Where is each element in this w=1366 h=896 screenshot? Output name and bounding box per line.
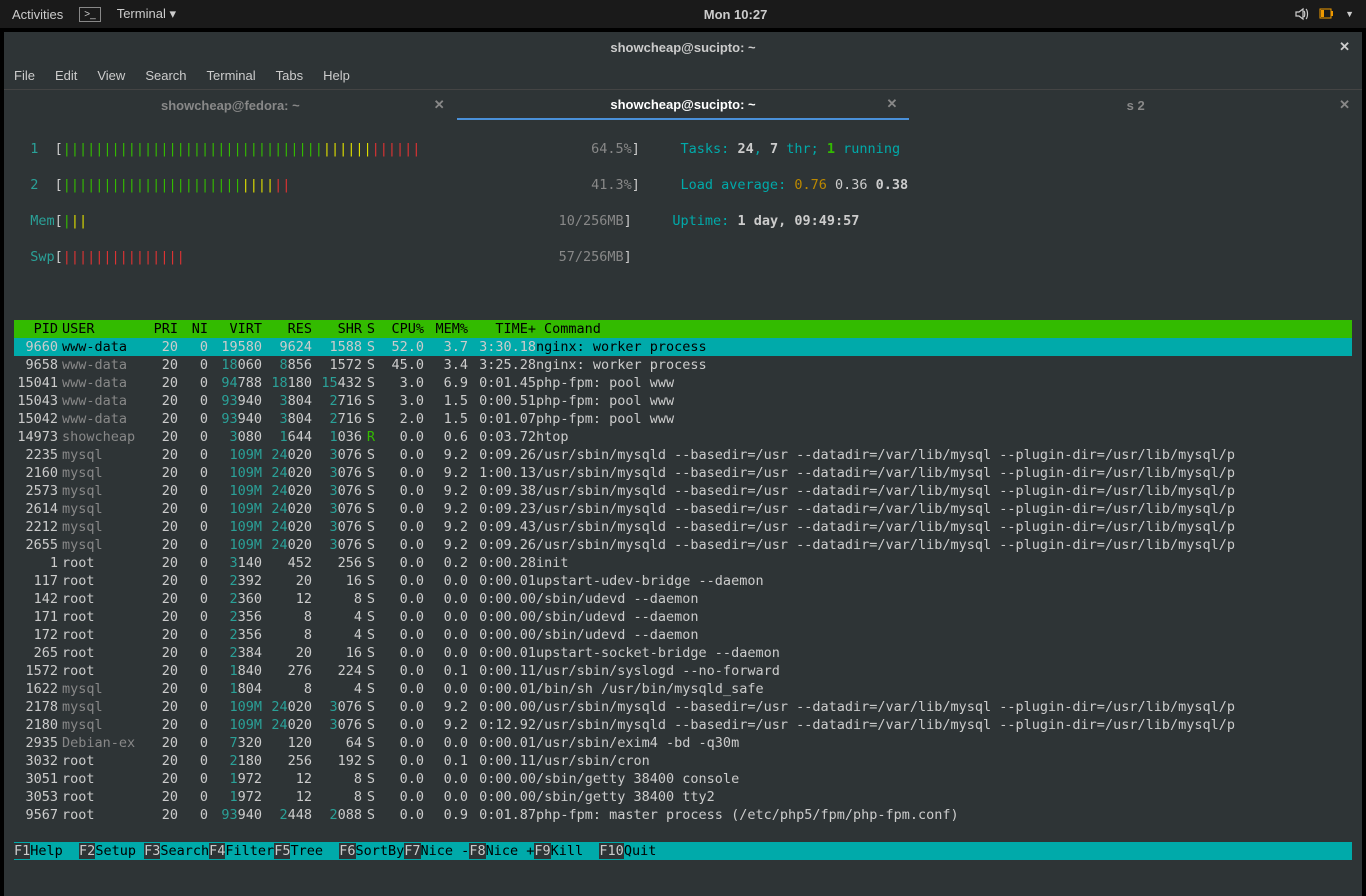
battery-icon[interactable] [1319,7,1335,21]
process-row[interactable]: 171root200235684S0.00.00:00.00/sbin/udev… [14,608,1352,626]
process-row[interactable]: 15043www-data2009394038042716S3.01.50:00… [14,392,1352,410]
process-row[interactable]: 2614mysql200109M240203076S0.09.20:09.23/… [14,500,1352,518]
process-row[interactable]: 2573mysql200109M240203076S0.09.20:09.38/… [14,482,1352,500]
swp-bar: Swp[||||||||||||||| 57/256MB] [14,248,1352,266]
system-menu-arrow[interactable]: ▼ [1345,9,1354,19]
terminal-icon: >_ [79,7,100,22]
process-row[interactable]: 2178mysql200109M240203076S0.09.20:00.00/… [14,698,1352,716]
cpu-bar-1: 1 [|||||||||||||||||||||||||||||||||||||… [14,140,1352,158]
process-row[interactable]: 2180mysql200109M240203076S0.09.20:12.92/… [14,716,1352,734]
tab-label: showcheap@fedora: ~ [161,98,300,113]
process-row[interactable]: 1root2003140452256S0.00.20:00.28init [14,554,1352,572]
fkey-bar: F1Help F2Setup F3SearchF4FilterF5Tree F6… [14,842,1352,860]
menu-view[interactable]: View [97,68,125,83]
process-row[interactable]: 265root20023842016S0.00.00:00.01upstart-… [14,644,1352,662]
process-row[interactable]: 3032root2002180256192S0.00.10:00.11/usr/… [14,752,1352,770]
tab-0[interactable]: showcheap@fedora: ~ ✕ [4,90,457,120]
process-row[interactable]: 2160mysql200109M240203076S0.09.21:00.13/… [14,464,1352,482]
app-menu[interactable]: Terminal ▾ [117,6,176,22]
tab-close-icon[interactable]: ✕ [1339,97,1350,113]
process-row[interactable]: 15041www-data200947881818015432S3.06.90:… [14,374,1352,392]
tab-label: s 2 [1127,98,1145,113]
menu-terminal[interactable]: Terminal [207,68,256,83]
menu-help[interactable]: Help [323,68,350,83]
gnome-topbar: Activities >_ Terminal ▾ Mon 10:27 ▼ [0,0,1366,28]
process-row[interactable]: 9660www-data2001958096241588S52.03.73:30… [14,338,1352,356]
terminal-content[interactable]: 1 [|||||||||||||||||||||||||||||||||||||… [4,120,1362,896]
menu-search[interactable]: Search [145,68,186,83]
window-title: showcheap@sucipto: ~ [610,40,755,55]
tab-close-icon[interactable]: ✕ [886,96,897,112]
window-titlebar: showcheap@sucipto: ~ ✕ [4,32,1362,62]
process-row[interactable]: 117root20023922016S0.00.00:00.01upstart-… [14,572,1352,590]
process-row[interactable]: 142root2002360128S0.00.00:00.00/sbin/ude… [14,590,1352,608]
volume-icon[interactable] [1295,7,1309,21]
process-row[interactable]: 15042www-data2009394038042716S2.01.50:01… [14,410,1352,428]
process-row[interactable]: 1572root2001840276224S0.00.10:00.11/usr/… [14,662,1352,680]
process-row[interactable]: 2212mysql200109M240203076S0.09.20:09.43/… [14,518,1352,536]
process-row[interactable]: 2935Debian-ex200732012064S0.00.00:00.01/… [14,734,1352,752]
clock[interactable]: Mon 10:27 [176,7,1295,22]
tab-close-icon[interactable]: ✕ [434,97,445,113]
menu-file[interactable]: File [14,68,35,83]
tab-bar: showcheap@fedora: ~✕showcheap@sucipto: ~… [4,90,1362,120]
mem-bar: Mem[||| 10/256MB] Uptime: 1 day, 09:49:5… [14,212,1352,230]
process-row[interactable]: 9567root2009394024482088S0.00.90:01.87ph… [14,806,1352,824]
process-row[interactable]: 2655mysql200109M240203076S0.09.20:09.26/… [14,536,1352,554]
process-row[interactable]: 3053root2001972128S0.00.00:00.00/sbin/ge… [14,788,1352,806]
menu-tabs[interactable]: Tabs [276,68,303,83]
menu-edit[interactable]: Edit [55,68,77,83]
process-row[interactable]: 1622mysql200180484S0.00.00:00.01/bin/sh … [14,680,1352,698]
tab-1[interactable]: showcheap@sucipto: ~ ✕ [457,90,910,120]
tab-2[interactable]: s 2 ✕ [909,90,1362,120]
activities-button[interactable]: Activities [12,7,63,22]
menubar: File Edit View Search Terminal Tabs Help [4,62,1362,90]
process-row[interactable]: 3051root2001972128S0.00.00:00.00/sbin/ge… [14,770,1352,788]
process-table: PIDUSERPRINIVIRTRESSHRSCPU%MEM%TIME+Comm… [14,320,1352,824]
process-row[interactable]: 172root200235684S0.00.00:00.00/sbin/udev… [14,626,1352,644]
process-row[interactable]: 9658www-data2001806088561572S45.03.43:25… [14,356,1352,374]
process-row[interactable]: 2235mysql200109M240203076S0.09.20:09.26/… [14,446,1352,464]
close-icon[interactable]: ✕ [1339,39,1350,55]
tab-label: showcheap@sucipto: ~ [610,97,755,112]
process-row[interactable]: 14973showcheap200308016441036R0.00.60:03… [14,428,1352,446]
table-header[interactable]: PIDUSERPRINIVIRTRESSHRSCPU%MEM%TIME+Comm… [14,320,1352,338]
cpu-bar-2: 2 [|||||||||||||||||||||||||||| 41.3%] L… [14,176,1352,194]
